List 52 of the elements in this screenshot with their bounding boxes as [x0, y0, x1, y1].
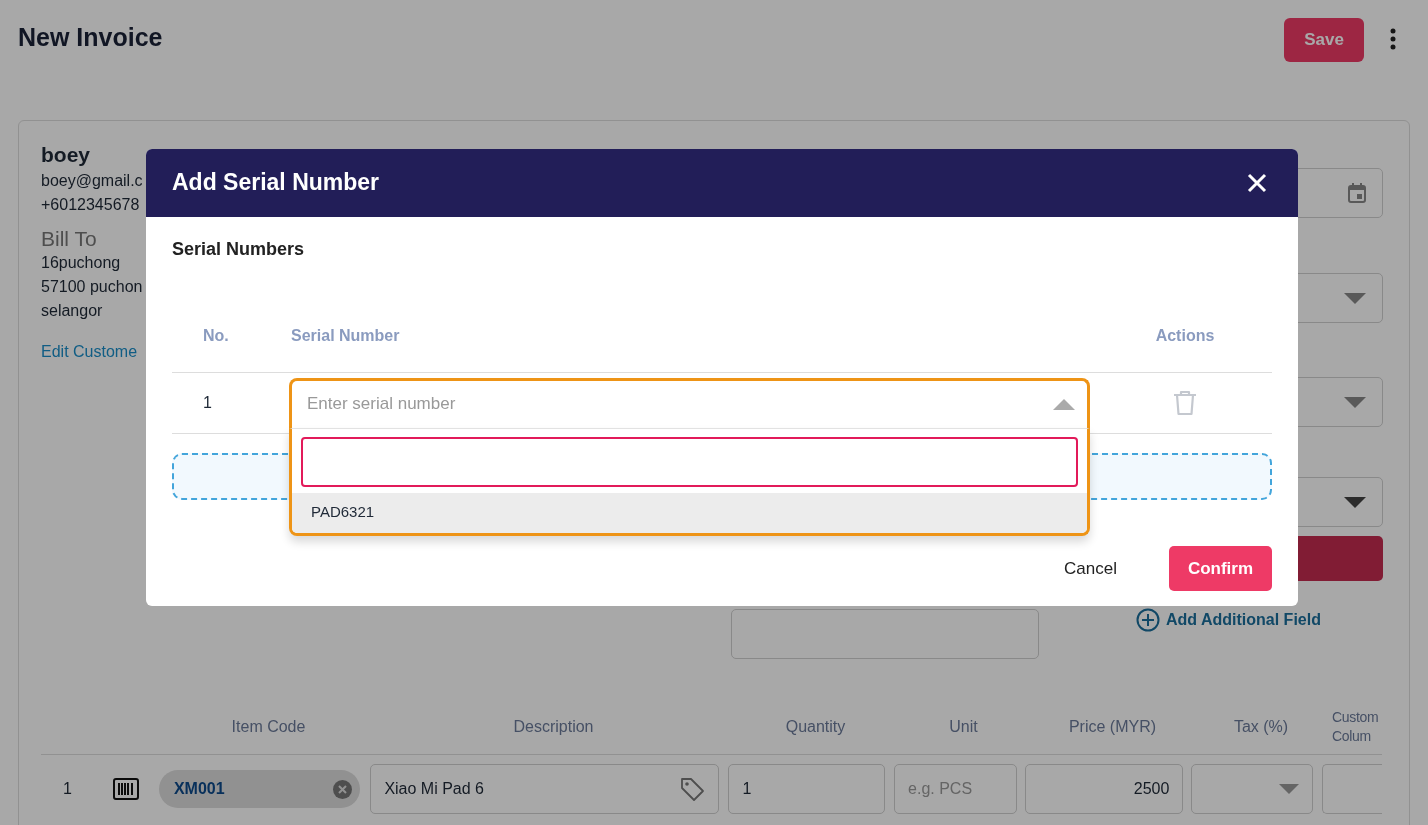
item-code-chip[interactable]: XM001 [158, 770, 361, 808]
serial-number-select[interactable]: Enter serial number [289, 377, 1090, 428]
caret-down-icon [1344, 496, 1366, 508]
customer-name: boey [41, 143, 90, 167]
barcode-icon[interactable] [112, 778, 139, 800]
address-line: 16puchong [41, 253, 121, 273]
dropdown-option[interactable]: PAD6321 [292, 492, 1087, 533]
text-field[interactable] [731, 609, 1039, 659]
column-header: Description [512, 717, 595, 736]
quantity-field[interactable]: 1 [728, 764, 886, 814]
select-placeholder: Enter serial number [307, 393, 456, 416]
plus-circle-icon [1136, 608, 1160, 632]
tag-icon [679, 776, 706, 802]
description-text: Xiao Mi Pad 6 [384, 779, 484, 799]
column-header: Custom Colum [1331, 707, 1380, 746]
column-header: Actions [1155, 326, 1215, 347]
bill-to-label: Bill To [41, 227, 97, 251]
custom-field[interactable] [1322, 764, 1382, 814]
clear-icon [333, 779, 353, 799]
confirm-button[interactable]: Confirm [1169, 545, 1272, 591]
column-header: Price (MYR) [1067, 717, 1158, 736]
section-title: Serial Numbers [172, 239, 306, 261]
caret-up-icon [1053, 398, 1075, 410]
column-header: Serial Number [291, 327, 400, 345]
item-code: XM001 [173, 779, 225, 799]
search-field[interactable] [301, 436, 1078, 487]
caret-down-icon [1344, 396, 1366, 408]
edit-customer-link[interactable]: Edit Custome [41, 340, 138, 364]
calendar-icon [1348, 183, 1366, 203]
row-number: 1 [62, 779, 73, 799]
description-field[interactable]: Xiao Mi Pad 6 [370, 764, 720, 814]
column-header: Quantity [784, 717, 847, 736]
column-header: Item Code [230, 717, 307, 736]
more-icon[interactable] [1390, 28, 1396, 50]
caret-down-icon [1279, 784, 1300, 794]
save-button[interactable]: Save [1284, 18, 1364, 62]
column-header: Unit [948, 717, 979, 736]
row-number: 1 [203, 393, 212, 411]
address-line: selangor [41, 301, 103, 321]
customer-phone: +6012345678 [41, 195, 140, 215]
page-title: New Invoice [18, 22, 163, 52]
close-icon[interactable] [1247, 173, 1267, 193]
cancel-button[interactable]: Cancel [1034, 545, 1147, 592]
add-field-link[interactable]: Add Additional Field [1166, 608, 1321, 632]
modal-title: Add Serial Number [172, 169, 380, 197]
column-header: No. [203, 327, 229, 345]
column-header: Tax (%) [1232, 717, 1290, 736]
unit-field[interactable]: e.g. PCS [894, 764, 1017, 814]
address-line: 57100 puchon [41, 277, 143, 297]
caret-down-icon [1344, 292, 1366, 304]
price-field[interactable]: 2500 [1024, 764, 1184, 814]
customer-email: boey@gmail.c [41, 171, 143, 191]
